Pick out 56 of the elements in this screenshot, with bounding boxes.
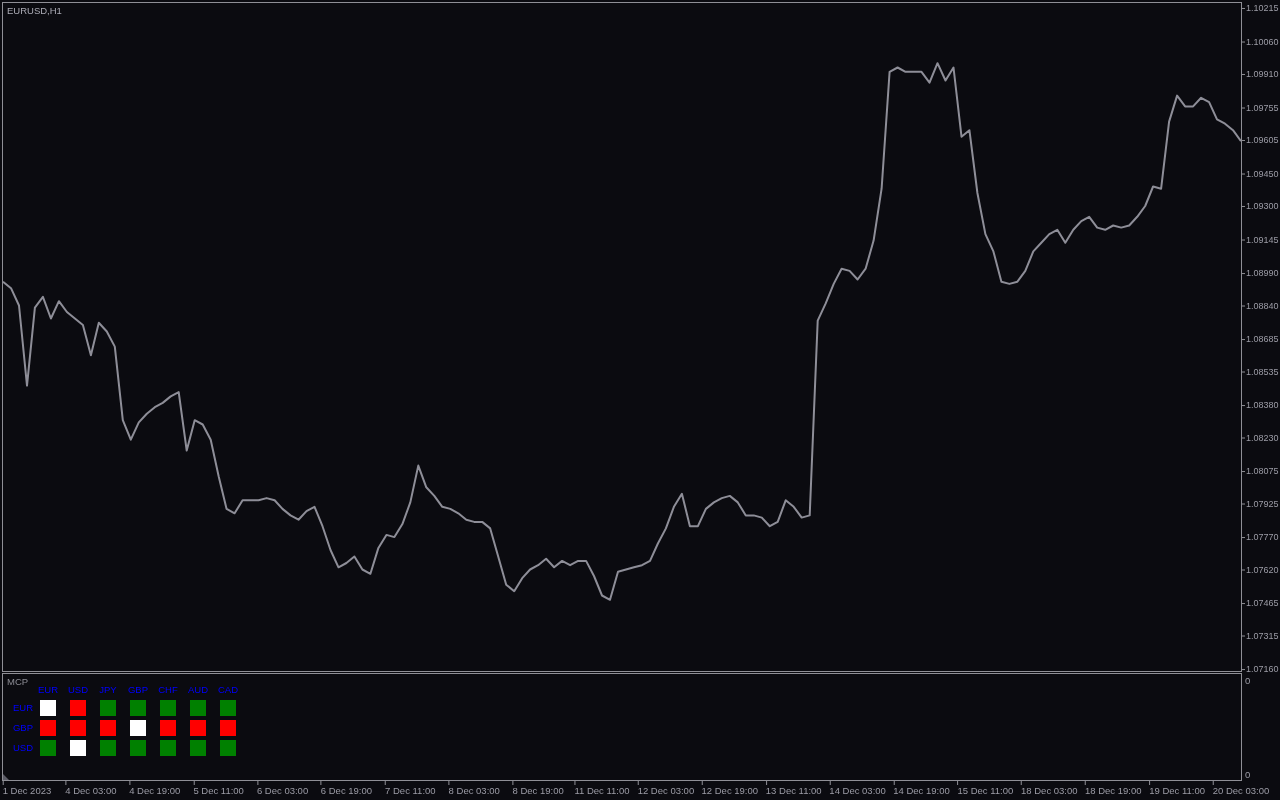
price-axis-label: 1.08230	[1246, 431, 1279, 444]
time-axis-label: 11 Dec 11:00	[574, 781, 630, 797]
currency-column-label: JPY	[99, 684, 117, 696]
scale-label: 0	[1245, 769, 1251, 781]
price-axis-label: 1.09910	[1246, 67, 1279, 80]
price-axis-label: 1.08685	[1246, 333, 1279, 346]
price-axis-label: 1.08840	[1246, 299, 1279, 312]
price-axis-label: 1.09300	[1246, 199, 1279, 212]
time-axis-label: 20 Dec 03:00	[1212, 781, 1270, 797]
time-axis-label: 4 Dec 19:00	[129, 781, 181, 797]
currency-row-label: EUR	[12, 702, 33, 714]
price-axis-label: 1.10215	[1246, 1, 1279, 14]
time-axis-label: 15 Dec 11:00	[957, 781, 1014, 797]
time-axis-label: 1 Dec 2023	[2, 781, 52, 797]
time-axis-label: 18 Dec 19:00	[1084, 781, 1142, 797]
time-axis-label: 6 Dec 19:00	[320, 781, 373, 797]
price-axis-label: 1.08990	[1246, 267, 1279, 280]
price-axis-label: 1.09450	[1246, 167, 1279, 180]
time-axis-label: 8 Dec 03:00	[448, 781, 500, 797]
price-axis-label: 1.07770	[1246, 531, 1279, 544]
price-axis-label: 1.07315	[1246, 629, 1279, 642]
time-axis-label: 7 Dec 11:00	[385, 781, 436, 797]
indicator-name: MCP	[7, 676, 29, 688]
time-axis-label: 19 Dec 11:00	[1149, 781, 1205, 797]
price-axis-label: 1.09755	[1246, 101, 1279, 114]
time-axis-label: 8 Dec 19:00	[512, 781, 564, 797]
time-axis-label: 18 Dec 03:00	[1021, 781, 1078, 797]
time-axis-label: 12 Dec 03:00	[637, 781, 695, 797]
time-axis-label: 13 Dec 11:00	[765, 781, 822, 797]
price-axis-label: 1.08075	[1246, 465, 1279, 478]
time-axis-label: 14 Dec 19:00	[893, 781, 950, 797]
scale-label: 0	[1245, 675, 1251, 687]
currency-row-label: USD	[12, 742, 33, 754]
price-axis-label: 1.10060	[1246, 35, 1279, 48]
price-axis-label: 1.08380	[1246, 399, 1279, 412]
price-axis-label: 1.09605	[1246, 133, 1279, 146]
time-axis-label: 6 Dec 03:00	[256, 781, 309, 797]
price-axis-label: 1.07160	[1246, 663, 1279, 676]
currency-column-label: GBP	[127, 684, 149, 696]
time-axis-label: 5 Dec 11:00	[193, 781, 244, 797]
price-axis-label: 1.07925	[1246, 497, 1279, 510]
time-axis-label: 14 Dec 03:00	[829, 781, 886, 797]
corner-triangle-icon	[3, 774, 9, 780]
price-axis-label: 1.07465	[1246, 597, 1279, 610]
price-axis-label: 1.07620	[1246, 563, 1279, 576]
currency-column-label: AUD	[187, 684, 209, 696]
chart-title: EURUSD,H1	[7, 5, 62, 17]
time-axis-label: 12 Dec 19:00	[701, 781, 759, 797]
price-axis-label: 1.08535	[1246, 365, 1279, 378]
currency-column-label: USD	[67, 684, 89, 696]
currency-column-label: CHF	[158, 684, 178, 696]
currency-row-label: GBP	[12, 722, 33, 734]
price-axis-label: 1.09145	[1246, 233, 1279, 246]
currency-column-label: CAD	[217, 684, 239, 696]
currency-column-label: EUR	[37, 684, 59, 696]
time-axis-label: 4 Dec 03:00	[65, 781, 117, 797]
